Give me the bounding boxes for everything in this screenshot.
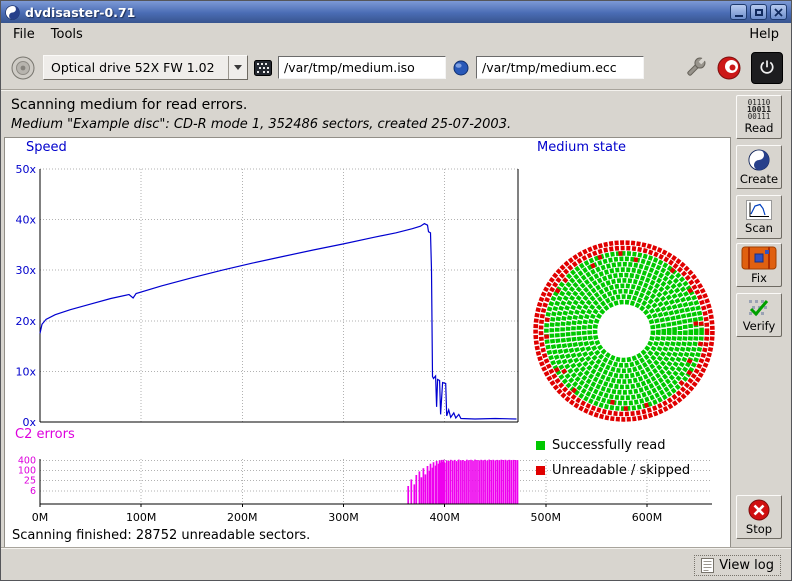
fix-button[interactable]: Fix	[736, 243, 782, 287]
toolbar: Optical drive 52X FW 1.02	[1, 46, 791, 90]
view-log-button[interactable]: View log	[694, 555, 781, 576]
dvdisaster-logo-icon[interactable]	[715, 54, 743, 82]
legend-unreadable: Unreadable / skipped	[536, 463, 690, 478]
stop-button-label: Stop	[746, 522, 772, 536]
power-icon	[757, 58, 777, 78]
optical-drive-icon	[9, 54, 37, 82]
verify-button-label: Verify	[743, 319, 776, 333]
log-page-icon	[701, 558, 714, 573]
minimize-button[interactable]	[730, 4, 747, 20]
medium-state-title: Medium state	[537, 140, 626, 155]
c2-errors-title: C2 errors	[15, 427, 75, 442]
svg-text:100M: 100M	[126, 511, 157, 524]
window-title: dvdisaster-0.71	[25, 5, 135, 20]
close-button[interactable]	[770, 4, 787, 20]
create-button[interactable]: Create	[736, 145, 782, 189]
image-file-icon	[254, 59, 272, 77]
svg-text:600M: 600M	[632, 511, 663, 524]
ecc-file-icon	[452, 59, 470, 77]
quit-power-button[interactable]	[751, 52, 783, 84]
svg-text:40x: 40x	[15, 214, 36, 227]
maximize-button[interactable]	[750, 4, 767, 20]
fix-button-label: Fix	[751, 271, 767, 285]
view-log-label: View log	[719, 558, 774, 573]
read-binary-icon: 01110 10011 00111	[747, 99, 771, 120]
status-headline: Scanning medium for read errors.	[11, 96, 781, 115]
minimize-icon	[735, 15, 743, 17]
drive-select-value: Optical drive 52X FW 1.02	[51, 60, 228, 75]
drive-select[interactable]: Optical drive 52X FW 1.02	[43, 55, 248, 80]
svg-text:400M: 400M	[429, 511, 460, 524]
yinyang-icon	[748, 149, 770, 171]
speed-chart-title: Speed	[26, 140, 67, 155]
fix-icon	[741, 246, 777, 270]
svg-text:30x: 30x	[15, 264, 36, 277]
read-button-label: Read	[745, 121, 774, 135]
menu-tools[interactable]: Tools	[43, 25, 91, 44]
chevron-down-icon	[228, 56, 247, 79]
medium-info: Medium "Example disc": CD-R mode 1, 3524…	[11, 115, 781, 134]
stop-button[interactable]: Stop	[736, 495, 782, 539]
verify-button[interactable]: Verify	[736, 293, 782, 337]
menu-help[interactable]: Help	[741, 25, 787, 44]
image-file-input[interactable]	[278, 56, 446, 79]
svg-text:200M: 200M	[227, 511, 258, 524]
menu-file[interactable]: File	[5, 25, 43, 44]
scan-chart-icon	[746, 200, 772, 220]
ecc-file-input[interactable]	[476, 56, 644, 79]
bottom-bar: View log	[1, 547, 791, 580]
legend-label: Successfully read	[552, 438, 665, 453]
app-yinyang-icon	[5, 5, 20, 20]
create-button-label: Create	[740, 172, 778, 186]
scan-button-label: Scan	[745, 221, 773, 235]
legend-successfully-read: Successfully read	[536, 438, 665, 453]
svg-text:0M: 0M	[32, 511, 49, 524]
verify-check-icon	[747, 298, 771, 318]
chart-panel: 0x10x20x30x40x50x4001002560M100M200M300M…	[4, 137, 731, 548]
scan-button[interactable]: Scan	[736, 195, 782, 239]
svg-text:500M: 500M	[531, 511, 562, 524]
preferences-wrench-icon[interactable]	[681, 54, 709, 82]
svg-text:10x: 10x	[15, 365, 36, 378]
svg-text:6: 6	[30, 486, 36, 497]
svg-text:300M: 300M	[328, 511, 359, 524]
svg-text:50x: 50x	[15, 163, 36, 176]
legend-red-swatch	[536, 466, 545, 475]
close-icon	[774, 8, 783, 17]
legend-green-swatch	[536, 441, 545, 450]
charts-canvas: 0x10x20x30x40x50x4001002560M100M200M300M…	[5, 138, 730, 547]
status-area: Scanning medium for read errors. Medium …	[1, 90, 791, 134]
svg-text:20x: 20x	[15, 315, 36, 328]
app-window: dvdisaster-0.71 File Tools Help Optical …	[0, 0, 792, 581]
titlebar[interactable]: dvdisaster-0.71	[1, 1, 791, 23]
legend-label: Unreadable / skipped	[552, 463, 690, 478]
menubar: File Tools Help	[1, 23, 791, 46]
read-button[interactable]: 01110 10011 00111 Read	[736, 95, 782, 139]
stop-icon	[748, 499, 770, 521]
scan-result-status: Scanning finished: 28752 unreadable sect…	[12, 528, 310, 543]
maximize-icon	[755, 9, 763, 16]
